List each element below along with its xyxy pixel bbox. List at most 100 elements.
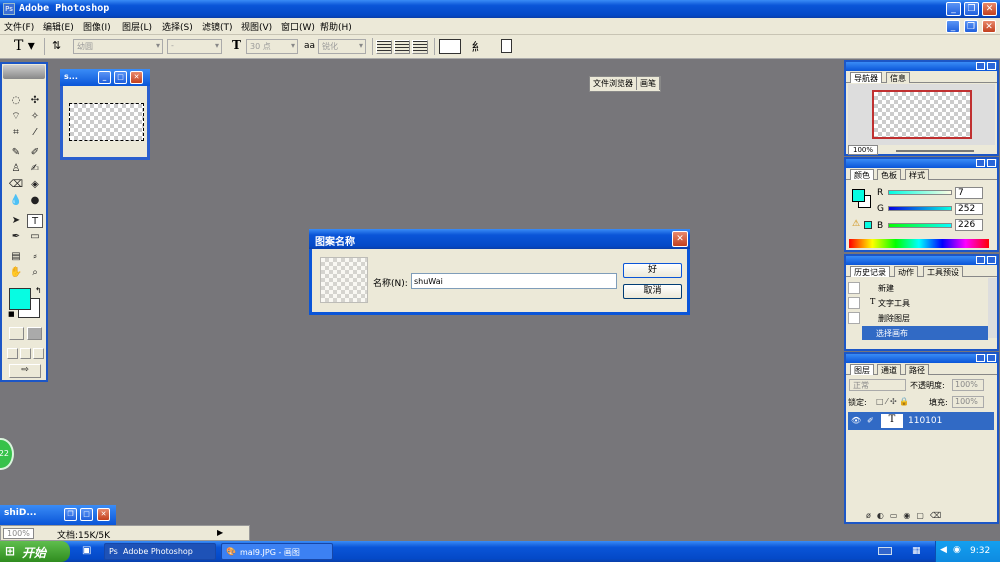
text-color-swatch[interactable] — [439, 39, 461, 54]
minimized-document-titlebar[interactable]: shiD... ❐ □ ✕ — [0, 505, 116, 525]
red-value-field[interactable]: 7 — [955, 187, 983, 199]
document-canvas[interactable] — [69, 103, 144, 141]
default-colors-icon[interactable]: ■ — [8, 310, 15, 318]
start-button[interactable]: ⊞ 开始 — [0, 541, 70, 562]
menu-image[interactable]: 图像(I) — [83, 20, 111, 33]
show-desktop-icon[interactable]: ▣ — [82, 545, 91, 556]
minimized-restore-button[interactable]: ❐ — [64, 508, 77, 521]
hand-tool-icon[interactable]: ✋ — [8, 266, 24, 280]
menu-file[interactable]: 文件(F) — [4, 20, 34, 33]
tab-tool-presets[interactable]: 工具预设 — [923, 266, 963, 277]
paint-bucket-tool-icon[interactable]: ◈ — [27, 178, 43, 192]
menu-layer[interactable]: 图层(L) — [122, 20, 152, 33]
green-slider[interactable] — [888, 206, 952, 211]
rectangle-tool-icon[interactable]: ▭ — [27, 230, 43, 244]
menu-help[interactable]: 帮助(H) — [320, 20, 352, 33]
zoom-field[interactable]: 100% — [3, 528, 34, 539]
foreground-color-swatch[interactable] — [9, 288, 31, 310]
history-item[interactable]: 删除图层 — [848, 311, 988, 325]
file-browser-tab[interactable]: 文件浏览器 — [590, 77, 637, 90]
layer-footer-icons[interactable]: ø◐▭◉▢⌫ — [866, 511, 947, 520]
menu-select[interactable]: 选择(S) — [162, 20, 193, 33]
green-value-field[interactable]: 252 — [955, 203, 983, 215]
pattern-name-input[interactable] — [411, 273, 617, 289]
history-item[interactable]: T 文字工具 — [848, 296, 988, 310]
history-item[interactable]: 新建 — [848, 281, 988, 295]
keyboard-tray-icon[interactable] — [878, 547, 892, 555]
screen-mode-full-menu-button[interactable] — [20, 348, 31, 359]
doc-minimize-button[interactable]: _ — [946, 20, 960, 33]
color-ramp[interactable] — [849, 239, 989, 248]
screen-mode-standard-button[interactable] — [7, 348, 18, 359]
ok-button[interactable]: 好 — [623, 263, 682, 278]
taskbar-photoshop-button[interactable]: Ps Adobe Photoshop — [104, 543, 216, 560]
document-maximize-button[interactable]: □ — [114, 71, 127, 84]
standard-mode-button[interactable] — [9, 327, 24, 340]
align-center-button[interactable] — [394, 40, 410, 54]
doc-restore-button[interactable]: ❐ — [964, 20, 978, 33]
red-slider[interactable] — [888, 190, 952, 195]
dialog-close-button[interactable]: ✕ — [672, 231, 688, 247]
font-size-select[interactable]: 30 点 — [246, 39, 298, 54]
align-right-button[interactable] — [412, 40, 428, 54]
move-tool-icon[interactable]: ✣ — [27, 94, 43, 108]
tab-navigator[interactable]: 导航器 — [850, 72, 882, 83]
navigator-view-box[interactable] — [872, 90, 972, 139]
brush-tool-icon[interactable]: ✐ — [27, 146, 43, 160]
tab-actions[interactable]: 动作 — [894, 266, 918, 277]
tab-layers[interactable]: 图层 — [850, 364, 874, 375]
notification-badge[interactable]: 22 — [0, 438, 14, 470]
warp-text-icon[interactable]: ⺯ — [472, 38, 484, 55]
eraser-tool-icon[interactable]: ⌫ — [8, 178, 24, 192]
navigator-zoom-slider[interactable] — [896, 150, 974, 152]
brushes-tab[interactable]: 画笔 — [637, 77, 660, 90]
tab-history[interactable]: 历史记录 — [850, 266, 890, 277]
panel-minimize-button[interactable] — [976, 159, 985, 167]
tab-channels[interactable]: 通道 — [877, 364, 901, 375]
restore-button[interactable]: ❐ — [964, 2, 979, 16]
panel-close-button[interactable] — [987, 62, 996, 70]
screen-mode-full-button[interactable] — [33, 348, 44, 359]
clone-stamp-tool-icon[interactable]: ♙ — [8, 162, 24, 176]
pen-tool-icon[interactable]: ✒ — [8, 230, 24, 244]
zoom-tool-icon[interactable]: ⌕ — [27, 266, 43, 280]
panel-minimize-button[interactable] — [976, 62, 985, 70]
panel-minimize-button[interactable] — [976, 256, 985, 264]
tab-paths[interactable]: 路径 — [905, 364, 929, 375]
menu-filter[interactable]: 滤镜(T) — [202, 20, 233, 33]
blend-mode-select[interactable]: 正常 — [849, 379, 906, 391]
type-tool-icon[interactable]: T — [27, 214, 43, 228]
color-panel-foreground-swatch[interactable] — [852, 189, 865, 202]
antialias-select[interactable]: 锐化 — [318, 39, 366, 54]
taskbar-paint-button[interactable]: 🎨 mal9.JPG - 画图 — [221, 543, 333, 560]
lock-icons[interactable]: □ ⁄ ✣ 🔒 — [876, 397, 909, 406]
crop-tool-icon[interactable]: ⌗ — [8, 126, 24, 140]
navigator-zoom-field[interactable]: 100% — [848, 145, 879, 155]
status-menu-arrow-icon[interactable]: ▶ — [217, 528, 223, 537]
close-button[interactable]: ✕ — [982, 2, 997, 16]
eyedropper-tool-icon[interactable]: ⸗ — [27, 250, 43, 264]
minimize-button[interactable]: _ — [946, 2, 961, 16]
minimized-maximize-button[interactable]: □ — [80, 508, 93, 521]
network-tray-icon[interactable]: ▦ — [912, 546, 921, 556]
font-style-select[interactable]: - — [167, 39, 222, 54]
text-tool-preset-icon[interactable]: T ▾ — [14, 38, 35, 54]
magic-wand-tool-icon[interactable]: ✧ — [27, 110, 43, 124]
tray-app-icon[interactable]: ◉ — [953, 545, 961, 555]
opacity-field[interactable]: 100% — [952, 379, 984, 391]
document-minimize-button[interactable]: _ — [98, 71, 111, 84]
notes-tool-icon[interactable]: ▤ — [8, 250, 24, 264]
panel-close-button[interactable] — [987, 256, 996, 264]
tab-styles[interactable]: 样式 — [905, 169, 929, 180]
healing-brush-tool-icon[interactable]: ✎ — [8, 146, 24, 160]
panel-close-button[interactable] — [987, 159, 996, 167]
doc-close-button[interactable]: ✕ — [982, 20, 996, 33]
panel-close-button[interactable] — [987, 354, 996, 362]
blue-value-field[interactable]: 226 — [955, 219, 983, 231]
menu-view[interactable]: 视图(V) — [241, 20, 272, 33]
history-scrollbar[interactable] — [988, 278, 997, 338]
panel-minimize-button[interactable] — [976, 354, 985, 362]
marquee-tool-icon[interactable]: ◌ — [8, 94, 24, 108]
cancel-button[interactable]: 取消 — [623, 284, 682, 299]
history-item-selected[interactable]: 选择画布 — [862, 326, 988, 340]
